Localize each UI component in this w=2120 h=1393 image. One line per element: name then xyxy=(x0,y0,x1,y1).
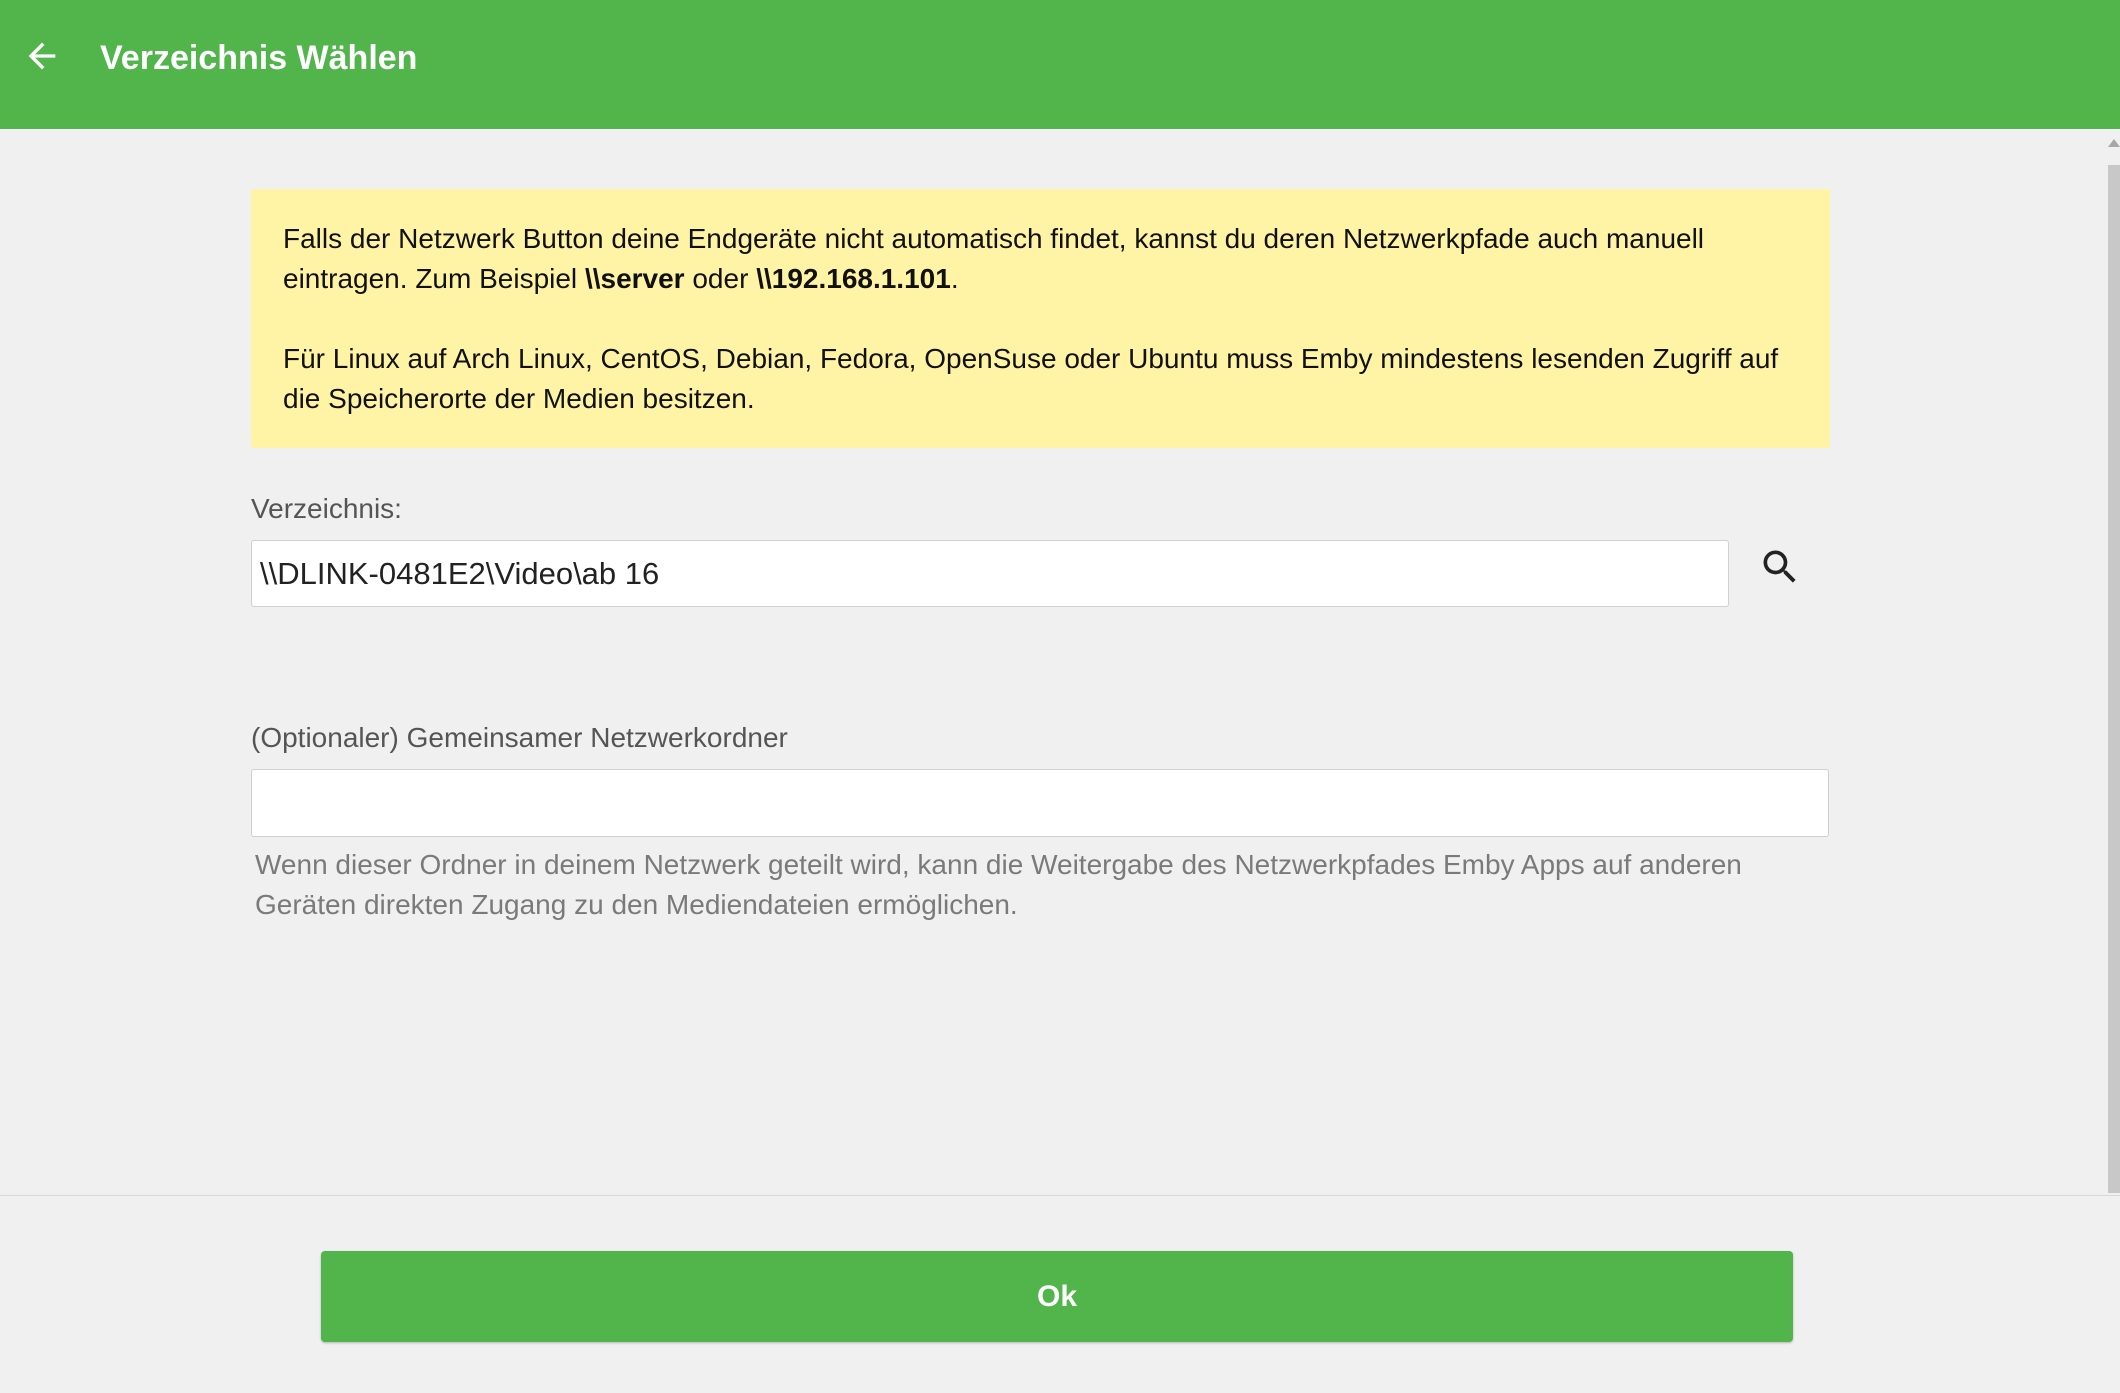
info-box: Falls der Netzwerk Button deine Endgerät… xyxy=(251,189,1830,448)
info-example-ip: \\192.168.1.101 xyxy=(756,263,951,294)
page-title: Verzeichnis Wählen xyxy=(100,39,418,77)
network-share-label: (Optionaler) Gemeinsamer Netzwerkordner xyxy=(251,722,788,753)
network-share-help: Wenn dieser Ordner in deinem Netzwerk ge… xyxy=(255,849,1742,920)
directory-label: Verzeichnis: xyxy=(251,493,402,524)
info-paragraph-linux: Für Linux auf Arch Linux, CentOS, Debian… xyxy=(283,343,1779,414)
info-text-1: Falls der Netzwerk Button deine Endgerät… xyxy=(283,223,1705,294)
dialog-footer: Ok xyxy=(0,1195,2120,1393)
dialog-content: Falls der Netzwerk Button deine Endgerät… xyxy=(0,129,2106,1195)
directory-input[interactable] xyxy=(251,540,1729,607)
info-text-2: oder xyxy=(684,263,757,294)
info-example-server: \\server xyxy=(584,263,685,294)
back-button[interactable] xyxy=(14,28,70,84)
search-icon xyxy=(1763,550,1796,583)
app-header: Verzeichnis Wählen xyxy=(0,0,2120,129)
ok-button[interactable]: Ok xyxy=(321,1251,1793,1342)
scroll-up-arrow-icon[interactable] xyxy=(2108,139,2120,147)
vertical-scrollbar[interactable] xyxy=(2106,129,2120,1195)
info-text-3: . xyxy=(950,263,959,294)
arrow-left-icon xyxy=(28,42,56,70)
info-paragraph-network: Falls der Netzwerk Button deine Endgerät… xyxy=(283,219,1798,299)
network-share-input[interactable] xyxy=(251,769,1829,837)
directory-search-button[interactable] xyxy=(1753,540,1807,594)
scroll-thumb[interactable] xyxy=(2108,165,2120,1193)
